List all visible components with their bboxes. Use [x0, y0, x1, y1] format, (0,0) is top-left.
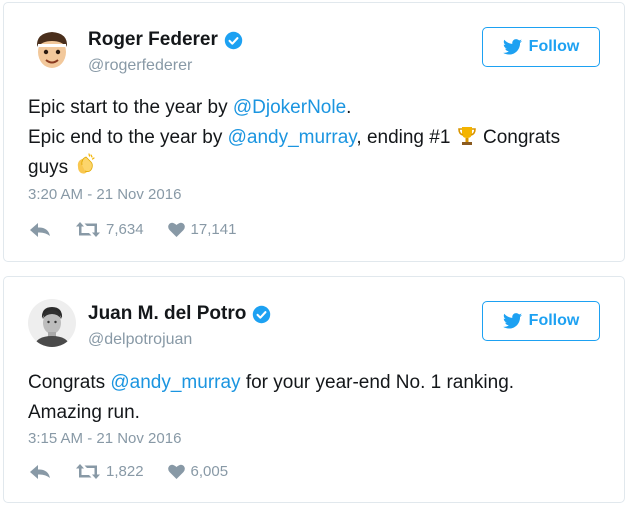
text-segment: Congrats	[28, 372, 111, 393]
tweet-timestamp[interactable]: 3:20 AM - 21 Nov 2016	[28, 186, 181, 203]
reply-button[interactable]	[30, 222, 50, 237]
author-block: Roger Federer @rogerfederer	[88, 29, 243, 75]
heart-icon	[167, 222, 185, 237]
tweet-line: Epic start to the year by @DjokerNole.	[28, 93, 600, 123]
emoji-avatar-icon[interactable]	[28, 25, 76, 73]
verified-badge-icon	[224, 31, 243, 49]
tweet-actions: 1,822 6,005	[30, 463, 228, 480]
reply-icon	[30, 222, 50, 237]
like-count: 17,141	[190, 221, 237, 238]
photo-avatar-icon[interactable]	[28, 299, 76, 347]
retweet-button[interactable]: 1,822	[76, 463, 144, 480]
author-block: Juan M. del Potro @delpotrojuan	[88, 303, 271, 349]
clapping-hands-emoji-icon	[78, 153, 96, 174]
reply-button[interactable]	[30, 464, 50, 479]
follow-button[interactable]: Follow	[482, 27, 600, 67]
display-name-text[interactable]: Roger Federer	[88, 29, 218, 51]
retweet-count: 7,634	[106, 221, 144, 238]
tweet-actions: 7,634 17,141	[30, 221, 236, 238]
tweet-line: Congrats @andy_murray for your year-end …	[28, 368, 600, 398]
text-segment: guys	[28, 157, 74, 178]
like-button[interactable]: 17,141	[167, 221, 237, 238]
text-segment: .	[346, 97, 352, 118]
author-name[interactable]: Roger Federer	[88, 29, 243, 51]
tweet-text: Epic start to the year by @DjokerNole. E…	[28, 93, 600, 183]
tweet-card: Juan M. del Potro @delpotrojuan Follow C…	[3, 276, 625, 503]
username[interactable]: @rogerfederer	[88, 57, 243, 75]
tweet-timestamp[interactable]: 3:15 AM - 21 Nov 2016	[28, 430, 181, 447]
retweet-count: 1,822	[106, 463, 144, 480]
text-segment: Congrats	[477, 127, 561, 148]
tweet-text: Congrats @andy_murray for your year-end …	[28, 368, 600, 428]
twitter-bird-icon	[502, 39, 522, 55]
retweet-button[interactable]: 7,634	[76, 221, 144, 238]
trophy-emoji-icon	[457, 127, 476, 145]
follow-label: Follow	[528, 38, 580, 55]
text-segment: Epic start to the year by	[28, 97, 233, 118]
verified-badge-icon	[253, 305, 271, 323]
follow-button[interactable]: Follow	[482, 301, 600, 341]
twitter-bird-icon	[502, 313, 522, 329]
retweet-icon	[76, 464, 100, 479]
mention-link[interactable]: @andy_murray	[228, 127, 357, 148]
author-name[interactable]: Juan M. del Potro	[88, 303, 271, 325]
retweet-icon	[76, 222, 100, 237]
like-count: 6,005	[190, 463, 229, 480]
mention-link[interactable]: @andy_murray	[110, 372, 240, 393]
tweet-card: Roger Federer @rogerfederer Follow Epic …	[3, 2, 625, 262]
like-button[interactable]: 6,005	[167, 463, 229, 480]
reply-icon	[30, 464, 50, 479]
text-segment: Epic end to the year by	[28, 127, 228, 148]
display-name-text[interactable]: Juan M. del Potro	[88, 303, 246, 325]
tweet-line: Amazing run.	[28, 402, 140, 423]
username[interactable]: @delpotrojuan	[88, 331, 271, 349]
tweet-line: Epic end to the year by @andy_murray, en…	[28, 123, 600, 153]
heart-icon	[167, 464, 185, 479]
follow-label: Follow	[528, 312, 580, 329]
tweet-line: guys	[28, 153, 600, 183]
mention-link[interactable]: @DjokerNole	[233, 97, 346, 118]
text-segment: for your year-end No. 1 ranking.	[240, 372, 515, 393]
text-segment: , ending #1	[356, 127, 456, 148]
